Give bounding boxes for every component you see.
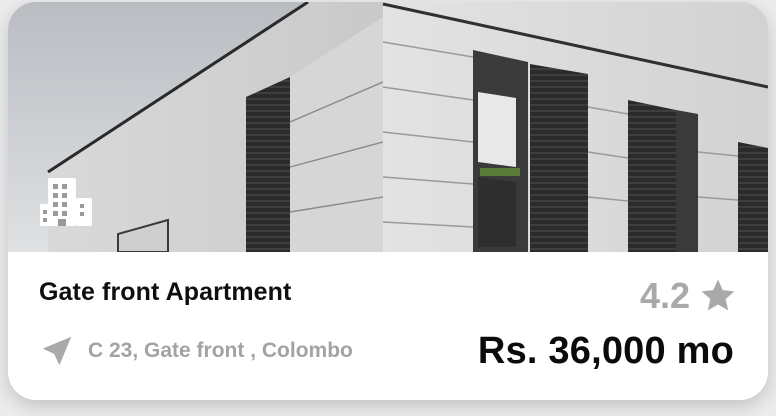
building-photo: [8, 2, 768, 252]
listing-photo[interactable]: [8, 2, 768, 252]
listing-title[interactable]: Gate front Apartment: [39, 278, 291, 307]
listing-details: Gate front Apartment 4.2 C 23, Gate fron…: [8, 252, 768, 400]
location: C 23, Gate front , Colombo: [38, 332, 353, 370]
listing-price: Rs. 36,000 mo: [477, 330, 734, 372]
rating-value: 4.2: [639, 275, 690, 316]
listing-address: C 23, Gate front , Colombo: [88, 339, 353, 362]
star-icon: [701, 279, 735, 311]
building-icon: [40, 178, 92, 226]
listing-card[interactable]: Gate front Apartment 4.2 C 23, Gate fron…: [8, 2, 768, 400]
location-arrow-icon: [42, 336, 72, 366]
rating: 4.2: [640, 276, 738, 316]
